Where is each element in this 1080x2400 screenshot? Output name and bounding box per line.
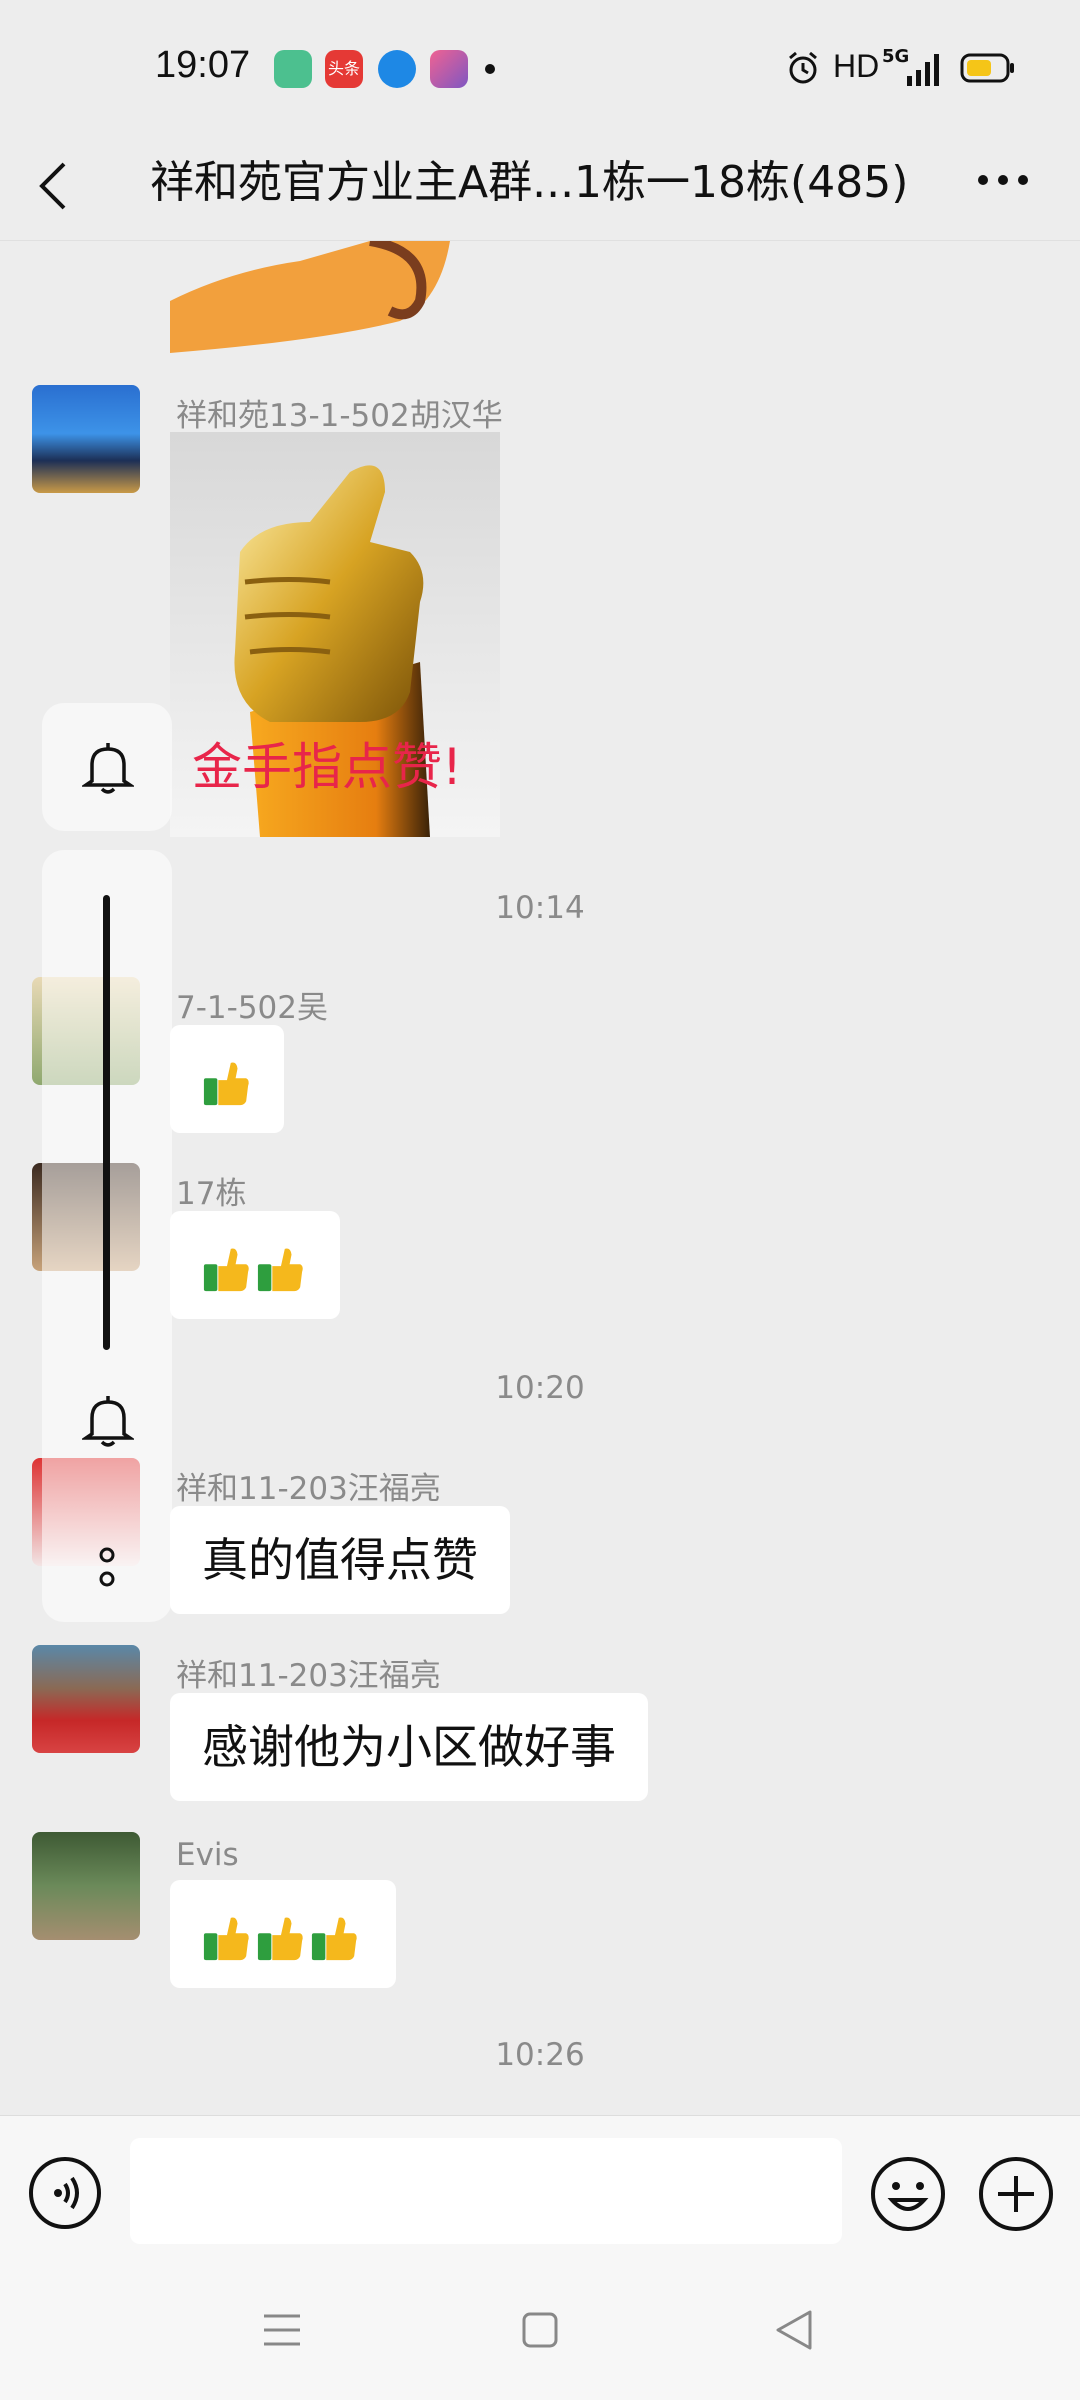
notification-dot-icon [485,64,495,74]
status-time: 19:07 [155,44,251,86]
thumbs-up-emoji-icon [203,1247,249,1291]
image-message[interactable]: 金手指点赞! [170,432,500,837]
battery-icon [960,52,1016,88]
floating-bell-button[interactable] [42,703,172,831]
message-bubble[interactable]: 真的值得点赞 [170,1506,510,1614]
image-caption: 金手指点赞! [192,738,463,796]
thumbs-up-emoji-icon [203,1061,249,1105]
message-bubble[interactable] [170,1211,340,1319]
chat-title: 祥和苑官方业主A群...1栋一18栋(485) [150,157,909,208]
signal-icon [905,52,945,92]
avatar[interactable] [32,385,140,493]
thumbs-up-emoji-icon [257,1247,303,1291]
status-bar: 19:07 头条 HD 5G [0,0,1080,130]
timestamp: 10:26 [495,2037,585,2073]
toutiao-app-icon: 头条 [325,50,363,88]
message-app-icon [274,50,312,88]
avatar[interactable] [32,1832,140,1940]
sender-name: Evis [176,1837,239,1873]
add-icon[interactable] [978,2156,1054,2232]
alarm-icon [785,50,821,90]
more-icon[interactable] [976,172,1030,191]
sender-name: 7-1-502吴 [176,990,328,1026]
bell-icon [82,743,134,794]
back-nav-icon[interactable] [774,2308,814,2352]
bell-icon[interactable] [82,1392,134,1448]
menu-icon[interactable] [262,2312,302,2348]
thumbs-up-emoji-icon [257,1916,303,1960]
thumbs-up-emoji-icon [203,1916,249,1960]
avatar[interactable] [32,1645,140,1753]
sender-name: 17栋 [176,1176,247,1212]
back-icon[interactable] [34,158,74,218]
input-bar [0,2115,1080,2271]
system-nav-bar [0,2270,1080,2400]
shortcut-app-icon [430,50,468,88]
home-icon[interactable] [520,2310,560,2350]
message-input[interactable] [130,2138,842,2244]
hd-indicator: HD [833,48,880,84]
chat-header: 祥和苑官方业主A群...1栋一18栋(485) [0,130,1080,241]
sender-name: 祥和11-203汪福亮 [176,1471,441,1507]
previous-image-fragment[interactable] [170,241,450,353]
message-bubble[interactable] [170,1880,396,1988]
volume-slider[interactable] [103,895,110,1350]
message-bubble[interactable] [170,1025,284,1133]
floating-side-panel [42,850,172,1622]
more-options-icon[interactable] [92,1545,122,1593]
message-bubble[interactable]: 感谢他为小区做好事 [170,1693,648,1801]
voice-input-icon[interactable] [28,2156,102,2230]
emoji-icon[interactable] [870,2156,946,2232]
sender-name: 祥和11-203汪福亮 [176,1658,441,1694]
sender-name: 祥和苑13-1-502胡汉华 [176,398,503,434]
browser-app-icon [378,50,416,88]
thumbs-up-emoji-icon [311,1916,357,1960]
